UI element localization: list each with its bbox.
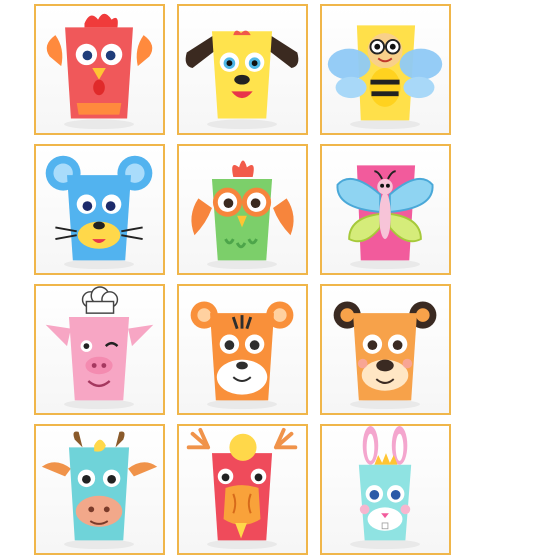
- dragon-icon: [186, 427, 298, 550]
- rabbit-icon: [350, 426, 420, 550]
- dog-cup-tile: [177, 4, 308, 135]
- pig-cup-tile: [34, 284, 165, 415]
- pig-icon: [45, 286, 154, 410]
- tiger-cup-tile: [177, 284, 308, 415]
- tiger-icon: [190, 301, 294, 410]
- mouse-icon: [45, 155, 153, 270]
- bear-icon: [333, 301, 437, 410]
- rabbit-cup-tile: [320, 424, 451, 555]
- cow-cup-tile: [34, 424, 165, 555]
- bee-cup-tile: [320, 4, 451, 135]
- owl-icon: [191, 160, 294, 270]
- cow-icon: [41, 431, 158, 550]
- dragon-cup-tile: [177, 424, 308, 555]
- butterfly-icon: [336, 165, 434, 270]
- owl-cup-tile: [177, 144, 308, 275]
- bear-cup-tile: [320, 284, 451, 415]
- mouse-cup-tile: [34, 144, 165, 275]
- paper-cup-craft-gallery: [34, 4, 452, 556]
- rooster-icon: [46, 13, 153, 130]
- butterfly-cup-tile: [320, 144, 451, 275]
- bee-icon: [327, 25, 443, 130]
- rooster-cup-tile: [34, 4, 165, 135]
- dog-icon: [185, 30, 299, 130]
